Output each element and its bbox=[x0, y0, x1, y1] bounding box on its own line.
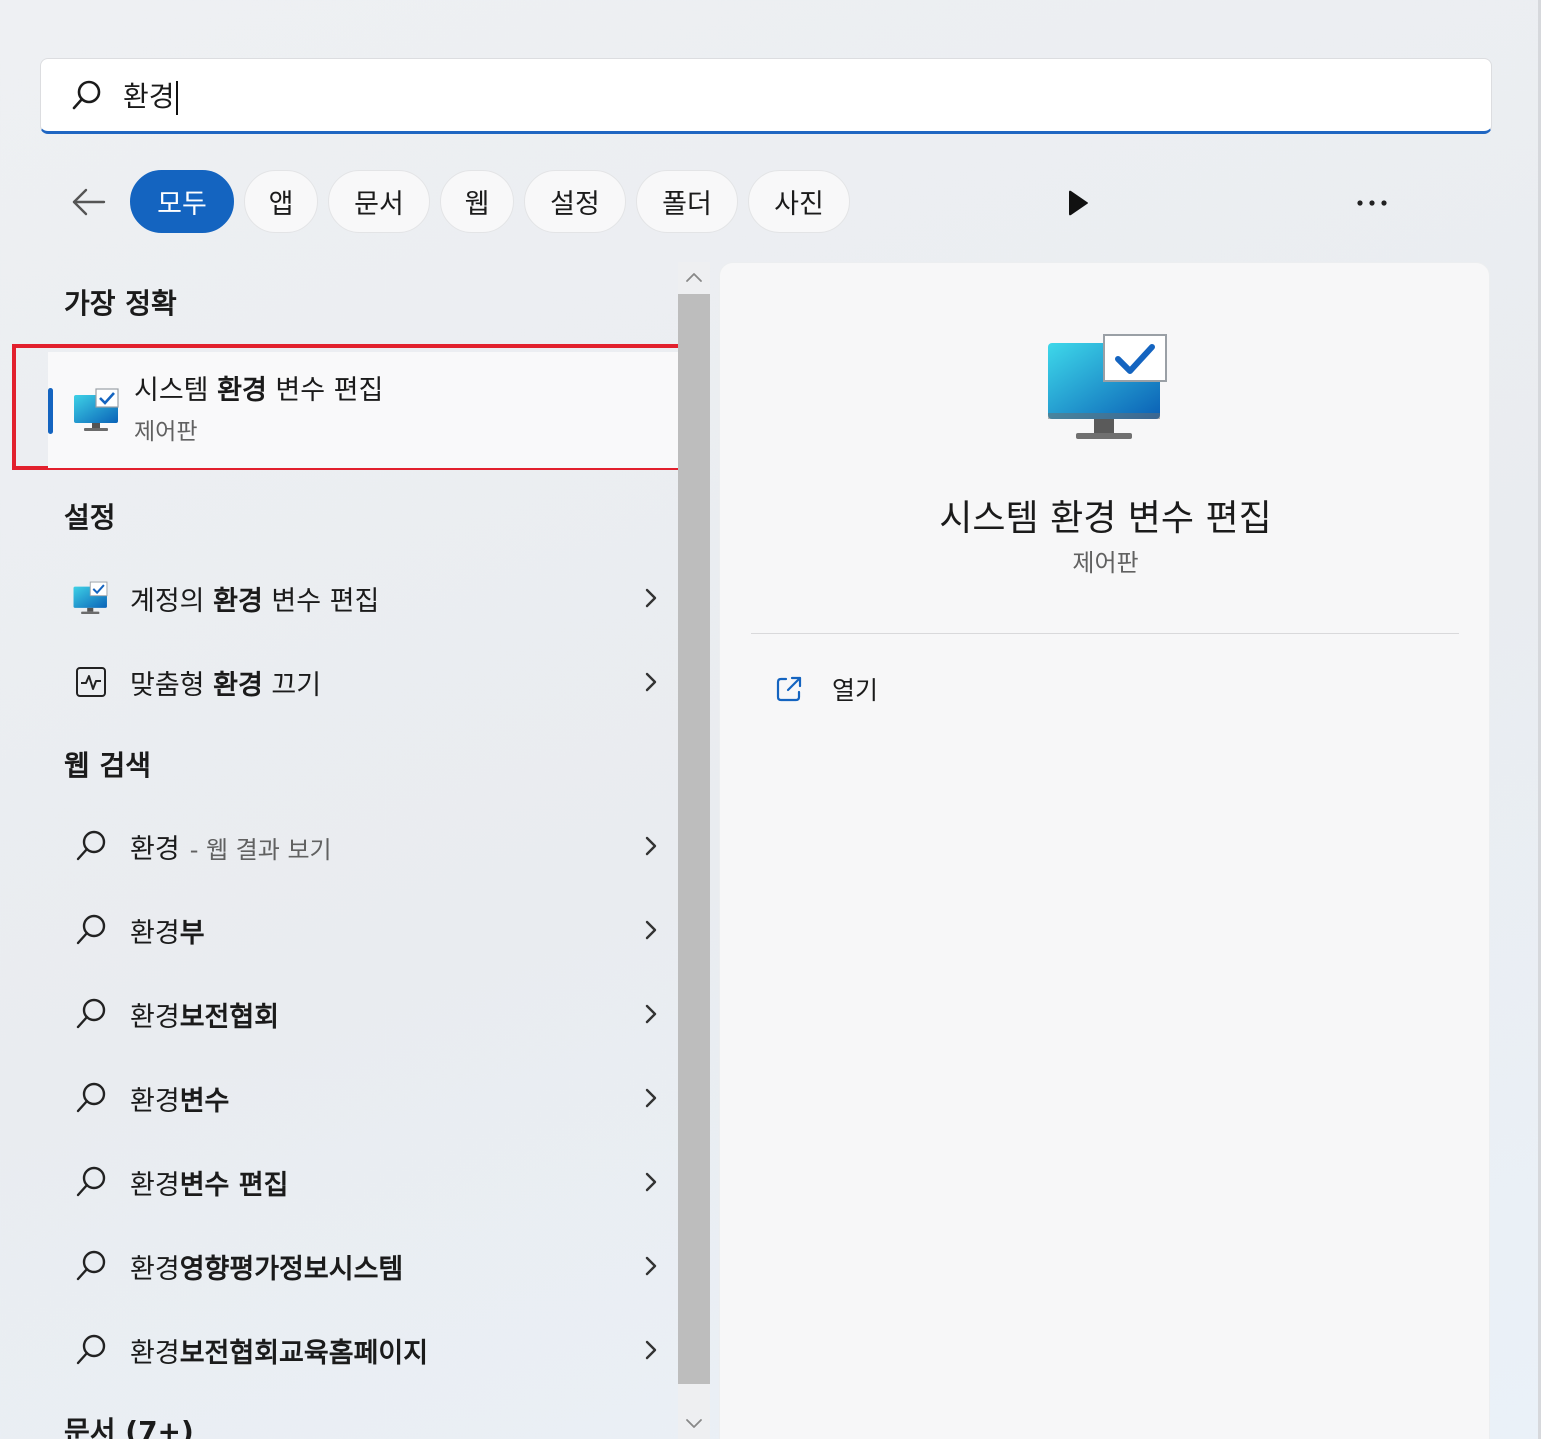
system-properties-icon bbox=[73, 581, 108, 614]
chip-apps[interactable]: 앱 bbox=[244, 170, 318, 233]
results-scrollbar[interactable] bbox=[678, 262, 710, 1439]
settings-item-account-env-vars[interactable]: 계정의 환경 변수 편집 bbox=[64, 568, 664, 628]
search-icon bbox=[76, 914, 106, 945]
arrow-left-icon bbox=[72, 188, 106, 216]
open-action[interactable]: 열기 bbox=[774, 671, 878, 707]
search-icon bbox=[76, 998, 106, 1029]
search-icon bbox=[76, 1250, 106, 1281]
chevron-right-icon bbox=[645, 588, 657, 608]
results-list: 가장 정확 시스템 환경 변수 편집 제어판 설정 계정의 환경 변수 편집 맞… bbox=[0, 262, 678, 1439]
chevron-right-icon bbox=[645, 920, 657, 940]
chip-web[interactable]: 웹 bbox=[440, 170, 514, 233]
best-match-highlight: 시스템 환경 변수 편집 제어판 bbox=[12, 344, 678, 470]
chip-all[interactable]: 모두 bbox=[130, 170, 234, 233]
chevron-right-icon bbox=[645, 672, 657, 692]
search-input[interactable]: 환경 bbox=[123, 75, 178, 115]
preview-title: 시스템 환경 변수 편집 bbox=[939, 498, 1272, 539]
play-icon[interactable] bbox=[1060, 186, 1094, 220]
web-result-item[interactable]: 환경변수 편집 bbox=[64, 1152, 664, 1212]
chevron-down-icon[interactable] bbox=[682, 1411, 706, 1435]
search-icon bbox=[76, 830, 106, 861]
settings-item-custom-env-off[interactable]: 맞춤형 환경 끄기 bbox=[64, 652, 664, 712]
open-external-icon bbox=[776, 676, 802, 702]
chip-documents[interactable]: 문서 bbox=[328, 170, 430, 233]
row-label: 환경부 bbox=[130, 917, 205, 949]
web-result-item[interactable]: 환경영향평가정보시스템 bbox=[64, 1236, 664, 1296]
row-label: 환경영향평가정보시스템 bbox=[130, 1253, 404, 1285]
chevron-right-icon bbox=[645, 1256, 657, 1276]
scrollbar-thumb[interactable] bbox=[678, 294, 710, 1384]
divider bbox=[751, 633, 1459, 634]
row-label: 환경변수 편집 bbox=[130, 1169, 289, 1201]
web-result-item[interactable]: 환경변수 bbox=[64, 1068, 664, 1128]
row-label: 계정의 환경 변수 편집 bbox=[130, 585, 380, 617]
web-result-item[interactable]: 환경 - 웹 결과 보기 bbox=[64, 816, 664, 876]
best-match-title: 시스템 환경 변수 편집 bbox=[134, 375, 384, 406]
chip-settings[interactable]: 설정 bbox=[524, 170, 626, 233]
open-action-label: 열기 bbox=[832, 676, 879, 705]
web-result-item[interactable]: 환경보전협회교육홈페이지 bbox=[64, 1320, 664, 1380]
row-label: 맞춤형 환경 끄기 bbox=[130, 669, 322, 701]
chevron-right-icon bbox=[645, 1340, 657, 1360]
row-label: 환경 - 웹 결과 보기 bbox=[130, 833, 332, 865]
section-title-web-search: 웹 검색 bbox=[64, 749, 152, 782]
section-title-documents: 문서 (7+) bbox=[64, 1415, 194, 1439]
chevron-right-icon bbox=[645, 1172, 657, 1192]
web-result-item[interactable]: 환경보전협회 bbox=[64, 984, 664, 1044]
search-box[interactable]: 환경 bbox=[40, 58, 1492, 134]
more-icon[interactable] bbox=[1350, 186, 1394, 220]
row-label: 환경변수 bbox=[130, 1085, 230, 1117]
preview-subtitle: 제어판 bbox=[1072, 549, 1139, 577]
activity-monitor-icon bbox=[76, 667, 106, 697]
web-result-item[interactable]: 환경부 bbox=[64, 900, 664, 960]
chevron-up-icon[interactable] bbox=[682, 266, 706, 290]
search-icon bbox=[76, 1334, 106, 1365]
search-icon bbox=[76, 1082, 106, 1113]
row-label: 환경보전협회 bbox=[130, 1001, 280, 1033]
search-icon bbox=[72, 80, 101, 110]
row-hint: - 웹 결과 보기 bbox=[189, 835, 332, 864]
row-label: 환경보전협회교육홈페이지 bbox=[130, 1337, 429, 1369]
best-match-subtitle: 제어판 bbox=[134, 419, 198, 445]
preview-pane: 시스템 환경 변수 편집 제어판 열기 bbox=[719, 262, 1490, 1439]
system-properties-icon bbox=[74, 388, 119, 431]
chip-folders[interactable]: 폴더 bbox=[636, 170, 738, 233]
chevron-right-icon bbox=[645, 1004, 657, 1024]
system-properties-icon bbox=[1048, 334, 1167, 439]
section-title-settings: 설정 bbox=[64, 501, 116, 534]
chevron-right-icon bbox=[645, 836, 657, 856]
text-caret bbox=[175, 81, 178, 115]
chevron-right-icon bbox=[645, 1088, 657, 1108]
chip-photos[interactable]: 사진 bbox=[748, 170, 850, 233]
section-title-best-match: 가장 정확 bbox=[64, 287, 177, 320]
filter-chips: 모두 앱 문서 웹 설정 폴더 사진 bbox=[130, 170, 850, 233]
search-icon bbox=[76, 1166, 106, 1197]
selection-indicator bbox=[48, 388, 53, 434]
back-button[interactable] bbox=[66, 180, 110, 224]
